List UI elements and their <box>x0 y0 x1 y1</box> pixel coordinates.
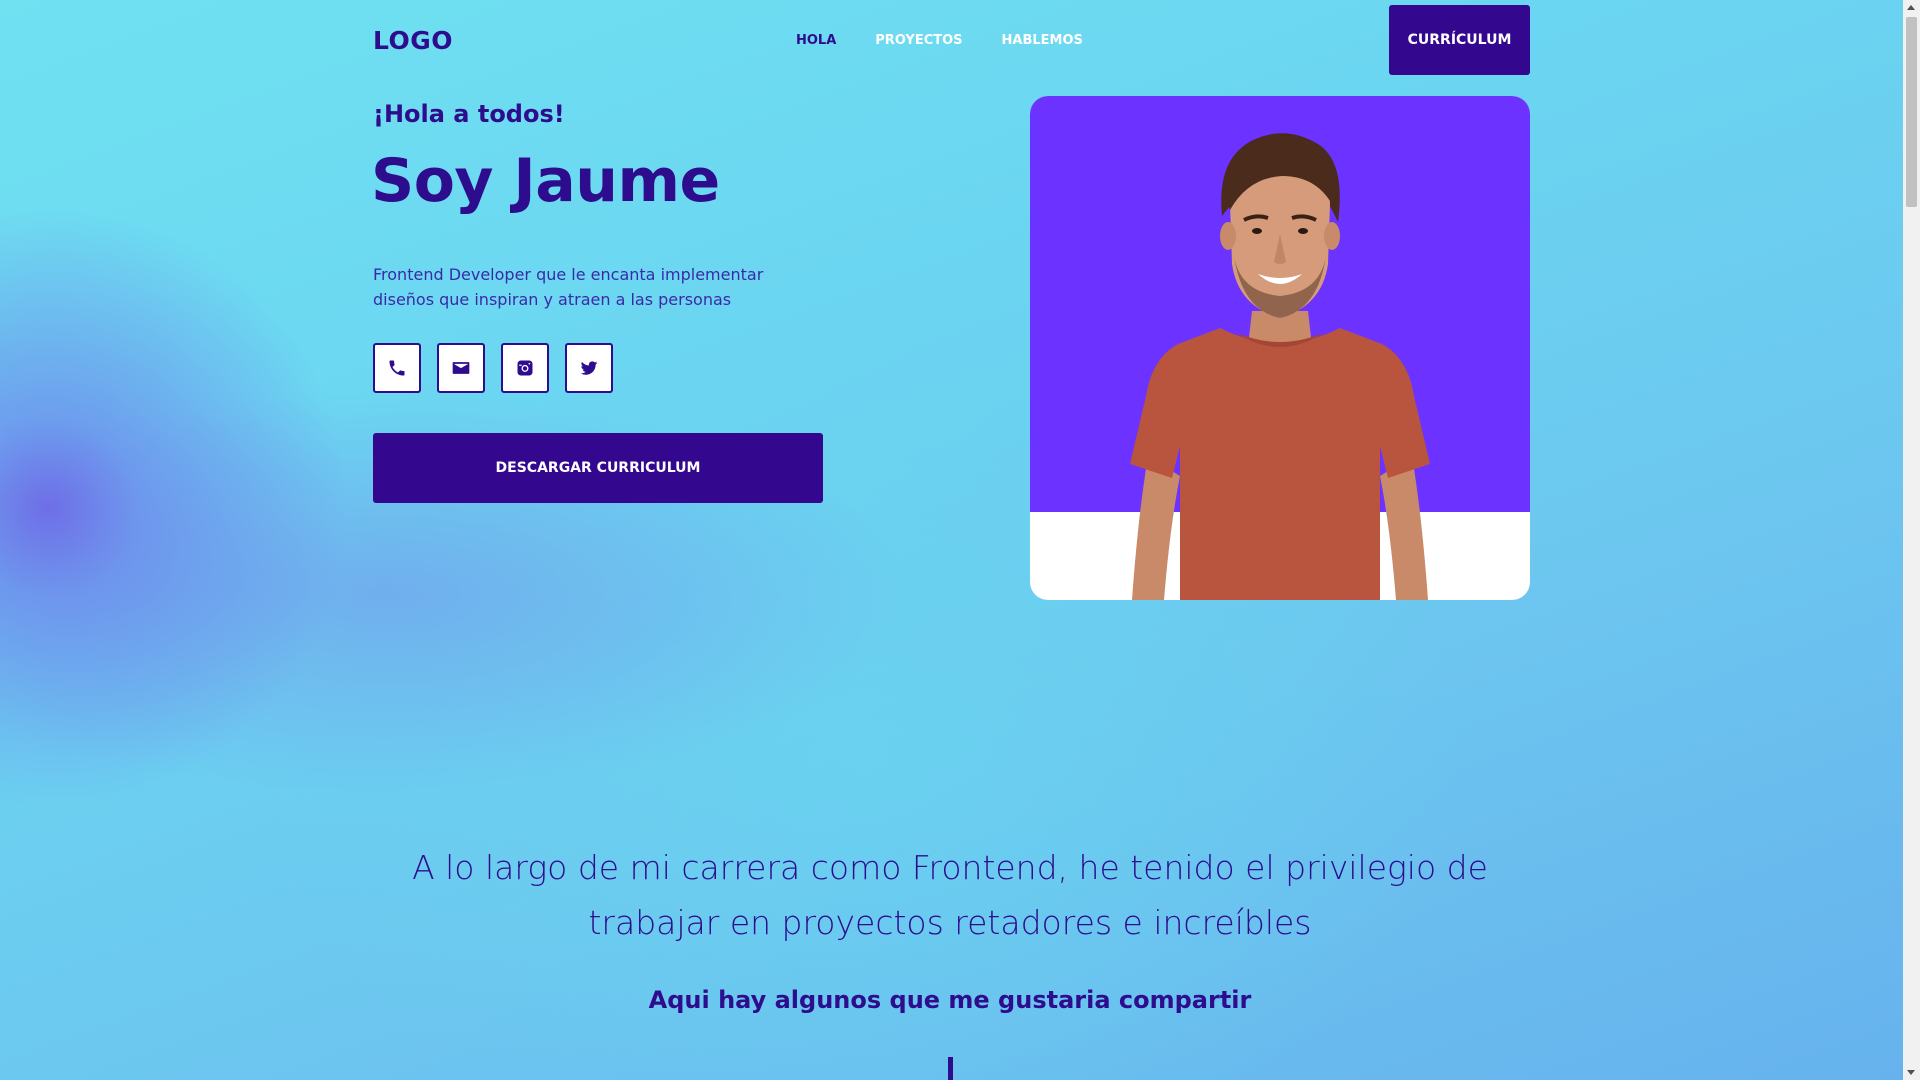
hero-title: Soy Jaume <box>371 146 720 216</box>
curriculum-button[interactable]: CURRÍCULUM <box>1389 5 1530 75</box>
nav-link-hola[interactable]: HOLA <box>796 33 836 48</box>
scrollbar-thumb[interactable] <box>1906 17 1917 207</box>
projects-intro: A lo largo de mi carrera como Frontend, … <box>412 848 1488 942</box>
section-divider <box>948 1057 953 1080</box>
projects-subtitle: Aqui hay algunos que me gustaria compart… <box>648 986 1252 1014</box>
social-links <box>373 343 613 393</box>
logo[interactable]: LOGO <box>373 26 453 55</box>
scroll-up-icon[interactable] <box>1907 5 1915 10</box>
page-scrollbar[interactable] <box>1903 0 1920 1080</box>
nav-link-proyectos[interactable]: PROYECTOS <box>875 33 962 48</box>
twitter-button[interactable] <box>565 343 613 393</box>
mail-button[interactable] <box>437 343 485 393</box>
hero-description: Frontend Developer que le encanta implem… <box>373 265 764 309</box>
main-nav: HOLA PROYECTOS HABLEMOS <box>796 33 1083 48</box>
nav-link-hablemos[interactable]: HABLEMOS <box>1002 33 1083 48</box>
hero-greeting: ¡Hola a todos! <box>373 100 565 128</box>
download-cv-button[interactable]: DESCARGAR CURRICULUM <box>373 433 823 503</box>
instagram-icon <box>517 360 533 376</box>
twitter-icon <box>580 361 598 375</box>
profile-photo <box>1130 133 1430 600</box>
phone-icon <box>389 360 405 376</box>
instagram-button[interactable] <box>501 343 549 393</box>
profile-photo-card <box>1030 96 1530 600</box>
scroll-down-icon[interactable] <box>1907 1070 1915 1075</box>
mail-icon <box>452 362 470 374</box>
phone-button[interactable] <box>373 343 421 393</box>
